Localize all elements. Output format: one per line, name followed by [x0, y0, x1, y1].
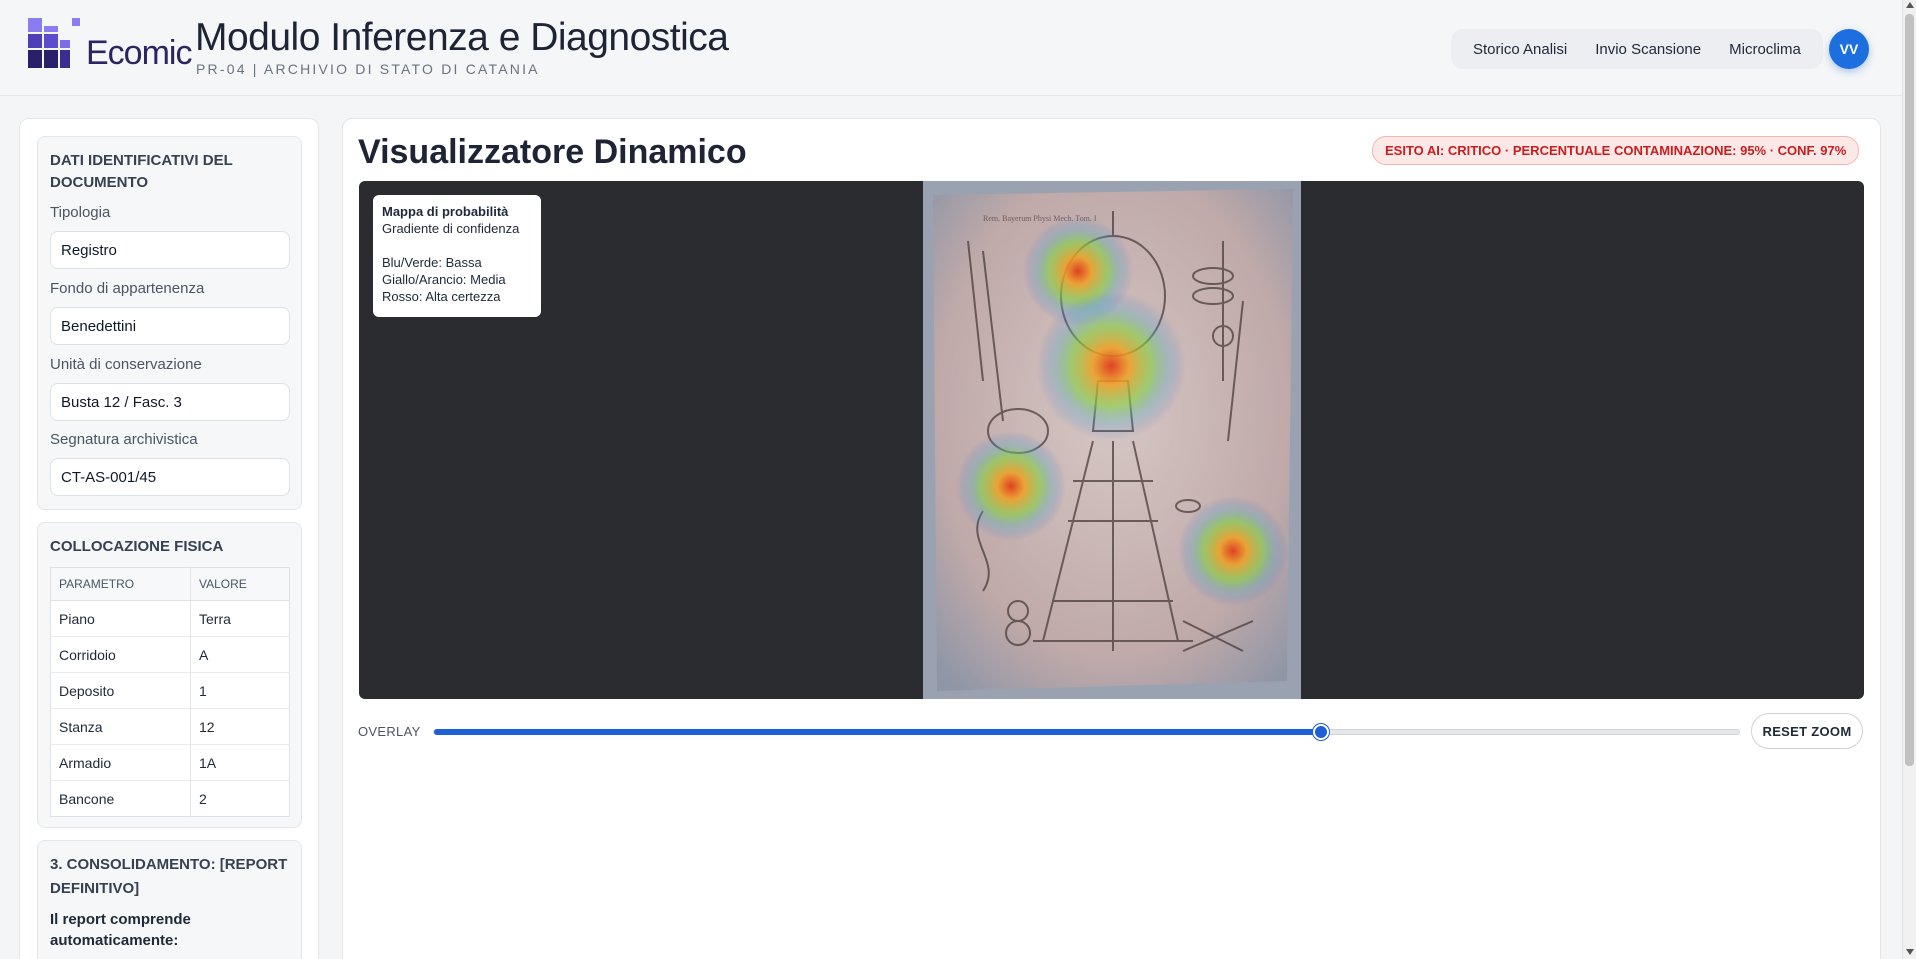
tipologia-field[interactable]: Registro	[50, 231, 290, 269]
viewer-controls: OVERLAY RESET ZOOM	[358, 713, 1864, 749]
field-label-unita: Unità di conservazione	[50, 356, 202, 373]
value-cell: Terra	[190, 600, 290, 637]
table-header-row: PARAMETRO VALORE	[50, 567, 290, 601]
consolidation-card: 3. CONSOLIDAMENTO: [REPORT DEFINITIVO] I…	[37, 840, 302, 959]
field-label-fondo: Fondo di appartenenza	[50, 280, 205, 297]
parameter-cell: Corridoio	[50, 636, 191, 673]
sidebar: DATI IDENTIFICATIVI DEL DOCUMENTO Tipolo…	[19, 118, 319, 959]
parameter-cell: Armadio	[50, 744, 191, 781]
table-row: Stanza 12	[50, 708, 290, 745]
location-card: COLLOCAZIONE FISICA PARAMETRO VALORE Pia…	[37, 522, 302, 828]
field-label-segnatura: Segnatura archivistica	[50, 431, 198, 448]
reset-zoom-button[interactable]: RESET ZOOM	[1751, 713, 1863, 749]
overlay-slider-thumb[interactable]	[1313, 724, 1330, 740]
unita-field[interactable]: Busta 12 / Fasc. 3	[50, 383, 290, 421]
overlay-slider-fill	[434, 729, 1322, 735]
consolidation-title: 3. CONSOLIDAMENTO: [REPORT DEFINITIVO]	[50, 856, 288, 897]
value-cell: 1	[190, 672, 290, 709]
parameter-cell: Deposito	[50, 672, 191, 709]
nav-storico-analisi[interactable]: Storico Analisi	[1459, 41, 1581, 58]
legend-title: Mappa di probabilità	[382, 204, 509, 219]
ecomic-logo[interactable]: Ecomic	[28, 18, 192, 72]
parameter-cell: Bancone	[50, 780, 191, 817]
ai-result-badge: ESITO AI: CRITICO · PERCENTUALE CONTAMIN…	[1372, 136, 1860, 165]
location-table: PARAMETRO VALORE Piano Terra Corridoio A D…	[50, 567, 290, 817]
value-cell: A	[190, 636, 290, 673]
table-row: Deposito 1	[50, 672, 290, 709]
fondo-field[interactable]: Benedettini	[50, 307, 290, 345]
viewer-panel: Visualizzatore Dinamico ESITO AI: CRITIC…	[342, 118, 1881, 959]
scrollbar-thumb[interactable]	[1905, 14, 1914, 766]
identification-card: DATI IDENTIFICATIVI DEL DOCUMENTO Tipolo…	[37, 136, 302, 510]
segnatura-field[interactable]: CT-AS-001/45	[50, 458, 290, 496]
legend-high: Rosso: Alta certezza	[382, 289, 501, 304]
nav-microclima[interactable]: Microclima	[1715, 41, 1815, 58]
app-title: Modulo Inferenza e Diagnostica	[195, 16, 729, 59]
value-cell: 2	[190, 780, 290, 817]
nav-invio-scansione[interactable]: Invio Scansione	[1581, 41, 1715, 58]
document-scan-image[interactable]: Rem. Bayerum Physi Mech. Tom. I	[923, 181, 1301, 699]
column-header: PARAMETRO	[50, 567, 191, 601]
scroll-down-arrow-icon[interactable]	[1906, 949, 1914, 955]
legend-mid: Giallo/Arancio: Media	[382, 272, 506, 287]
probability-map-legend: Mappa di probabilità Gradiente di confid…	[373, 195, 541, 317]
consolidation-text: Il report comprende automaticamente:	[50, 911, 191, 949]
identification-title: DATI IDENTIFICATIVI DEL DOCUMENTO	[50, 152, 233, 191]
legend-low: Blu/Verde: Bassa	[382, 255, 482, 270]
scroll-up-arrow-icon[interactable]	[1906, 2, 1914, 8]
legend-subtitle: Gradiente di confidenza	[382, 221, 520, 236]
overlay-slider[interactable]	[433, 724, 1740, 740]
table-row: Corridoio A	[50, 636, 290, 673]
table-row: Armadio 1A	[50, 744, 290, 781]
parameter-cell: Stanza	[50, 708, 191, 745]
parameter-cell: Piano	[50, 600, 191, 637]
table-row: Piano Terra	[50, 600, 290, 637]
logo-icon	[28, 18, 80, 68]
app-header: Ecomic Modulo Inferenza e Diagnostica PR…	[0, 0, 1902, 96]
value-cell: 1A	[190, 744, 290, 781]
logo-text: Ecomic	[86, 34, 192, 72]
overlay-label: OVERLAY	[358, 724, 421, 739]
main-nav: Storico Analisi Invio Scansione Microcli…	[1451, 29, 1823, 69]
app-subtitle: PR-04 | ARCHIVIO DI STATO DI CATANIA	[196, 61, 540, 77]
page-scrollbar[interactable]	[1902, 0, 1916, 959]
column-header: VALORE	[190, 567, 290, 601]
user-avatar[interactable]: VV	[1829, 29, 1869, 69]
table-row: Bancone 2	[50, 780, 290, 817]
viewer-title: Visualizzatore Dinamico	[358, 133, 747, 171]
location-title: COLLOCAZIONE FISICA	[50, 538, 224, 555]
image-viewer[interactable]: Rem. Bayerum Physi Mech. Tom. I Mappa di…	[359, 181, 1864, 699]
field-label-tipologia: Tipologia	[50, 204, 111, 221]
value-cell: 12	[190, 708, 290, 745]
